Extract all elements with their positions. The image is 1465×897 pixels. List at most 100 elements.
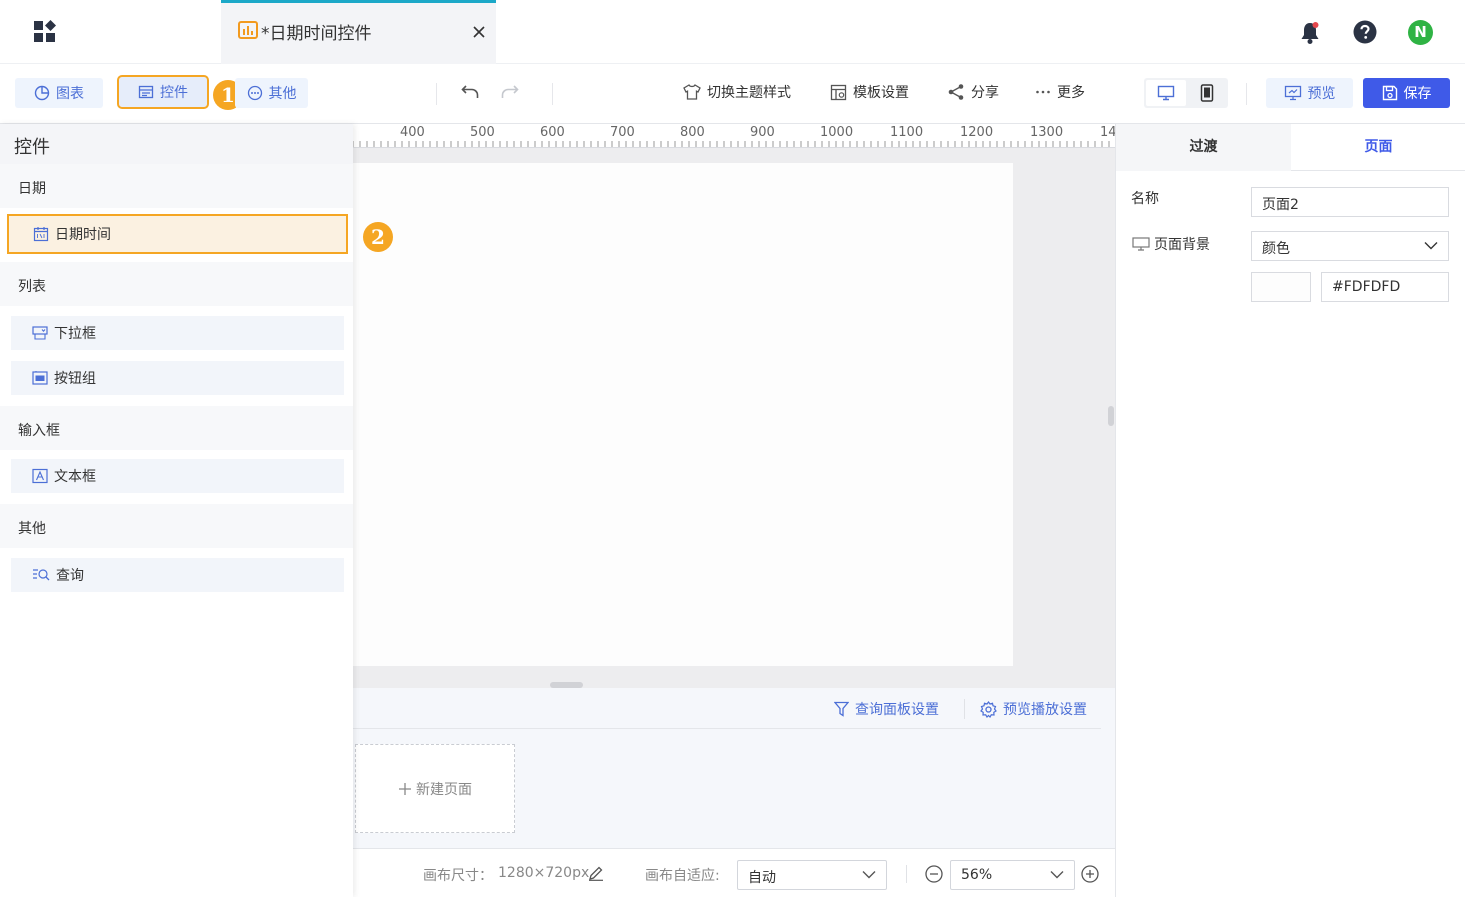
properties-panel: 过渡 页面 名称 页面2 页面背景 颜色 #FDFDFD [1115,124,1465,897]
other-button[interactable]: 其他 [235,78,308,108]
device-toggle [1144,78,1228,108]
undo-icon[interactable] [461,84,479,100]
more-button[interactable]: 更多 [1035,82,1085,102]
controls-panel: 控件 日期 日期时间 列表 下拉框 按钮组 输入框 文本框 其他 查询 [0,124,353,897]
save-icon [1382,85,1398,101]
document-tab-title: *日期时间控件 [261,24,372,44]
header-divider [964,699,965,719]
toolbar-divider [552,83,553,105]
edit-pencil-icon[interactable] [588,865,604,881]
shirt-icon [683,84,701,100]
page-name-input[interactable]: 页面2 [1251,187,1449,217]
tab-transition[interactable]: 过渡 [1116,124,1291,171]
canvas-size-value: 1280×720px [498,865,590,881]
preview-button[interactable]: 预览 [1266,78,1353,108]
desktop-icon[interactable] [1146,80,1186,106]
ruler-ticks [353,141,1110,147]
color-hex-input[interactable]: #FDFDFD [1321,272,1449,302]
preview-playback-settings-label: 预览播放设置 [1003,702,1087,718]
category-other: 其他 [0,504,353,548]
ruler-label: 400 [400,125,425,140]
ruler-label: 700 [610,125,635,140]
control-item-label: 查询 [56,568,84,584]
control-item-dropdown[interactable]: 下拉框 [11,316,344,350]
step-2-badge: 2 [363,222,393,252]
ruler-label: 1200 [960,125,994,140]
canvas-area[interactable] [353,148,1115,688]
background-type-select[interactable]: 颜色 [1251,231,1449,261]
dropdown-icon [32,325,48,341]
controls-button[interactable]: 控件 [117,75,209,109]
zoom-out-icon[interactable] [925,865,943,883]
user-avatar[interactable]: N [1408,20,1433,45]
chart-button[interactable]: 图表 [15,78,103,108]
plus-icon [398,782,412,796]
control-item-button-group[interactable]: 按钮组 [11,361,344,395]
app-grid-icon[interactable] [33,20,57,44]
canvas-fit-select[interactable]: 自动 [737,860,887,890]
canvas-fit-label: 画布自适应: [645,868,720,884]
background-type-value: 颜色 [1262,241,1290,257]
pie-chart-icon [34,85,50,101]
filter-icon [834,701,849,717]
zoom-select[interactable]: 56% [950,860,1075,890]
calendar-icon [33,226,49,242]
redo-icon[interactable] [501,84,519,100]
notification-bell-icon[interactable] [1299,21,1321,45]
close-icon[interactable] [472,25,486,39]
toolbar: 图表 控件 1 其他 切换主题样式 模板设置 分享 更多 预览 保存 [0,64,1465,124]
canvas-fit-value: 自动 [748,870,776,886]
document-tab[interactable]: *日期时间控件 [221,0,496,64]
query-panel-settings-link[interactable]: 查询面板设置 [834,699,939,719]
category-list: 列表 [0,262,353,306]
control-item-query[interactable]: 查询 [11,558,344,592]
mobile-icon[interactable] [1188,80,1226,106]
theme-style-label: 切换主题样式 [707,85,791,101]
zoom-in-icon[interactable] [1081,865,1099,883]
category-input: 输入框 [0,406,353,450]
status-bar: 画布尺寸： 1280×720px 画布自适应: 自动 56% [353,848,1115,897]
pages-panel-header: 查询面板设置 预览播放设置 [353,688,1101,729]
ruler-label: 1000 [820,125,854,140]
ruler-label: 500 [470,125,495,140]
toolbar-divider [436,83,437,105]
template-icon [830,84,847,101]
toolbar-divider [1246,83,1247,105]
ruler-label: 800 [680,125,705,140]
top-bar: *日期时间控件 N [0,0,1465,64]
control-item-textbox[interactable]: 文本框 [11,459,344,493]
control-item-label: 文本框 [54,469,96,485]
page-background-label-row: 页面背景 [1132,234,1210,254]
theme-style-button[interactable]: 切换主题样式 [683,82,791,102]
controls-button-label: 控件 [160,85,188,101]
share-icon [947,83,965,101]
share-label: 分享 [971,85,999,101]
save-label: 保存 [1403,86,1432,102]
control-item-datetime[interactable]: 日期时间 [7,214,348,254]
tab-page[interactable]: 页面 [1291,124,1465,171]
category-date: 日期 [0,164,353,208]
controls-panel-title: 控件 [0,124,353,164]
chevron-down-icon [1424,241,1438,250]
ellipsis-icon [1035,84,1051,100]
save-button[interactable]: 保存 [1363,78,1450,108]
control-item-label: 日期时间 [55,227,111,243]
preview-icon [1284,85,1302,101]
control-item-label: 按钮组 [54,371,96,387]
horizontal-ruler: 400 500 600 700 800 900 1000 1100 1200 1300 14 [353,124,1115,148]
chevron-down-icon [1050,870,1064,879]
page-background-label: 页面背景 [1154,237,1210,253]
template-settings-button[interactable]: 模板设置 [830,82,909,102]
report-icon [238,20,258,40]
gear-icon [980,700,997,718]
new-page-button[interactable]: 新建页面 [355,744,515,833]
share-button[interactable]: 分享 [947,82,999,102]
controls-icon [138,84,154,100]
button-group-icon [32,370,48,386]
color-swatch[interactable] [1251,272,1311,302]
preview-label: 预览 [1307,86,1336,102]
canvas-page[interactable] [353,163,1013,666]
vertical-scrollbar[interactable] [1108,406,1114,426]
help-icon[interactable] [1353,20,1377,44]
preview-playback-settings-link[interactable]: 预览播放设置 [980,699,1087,719]
